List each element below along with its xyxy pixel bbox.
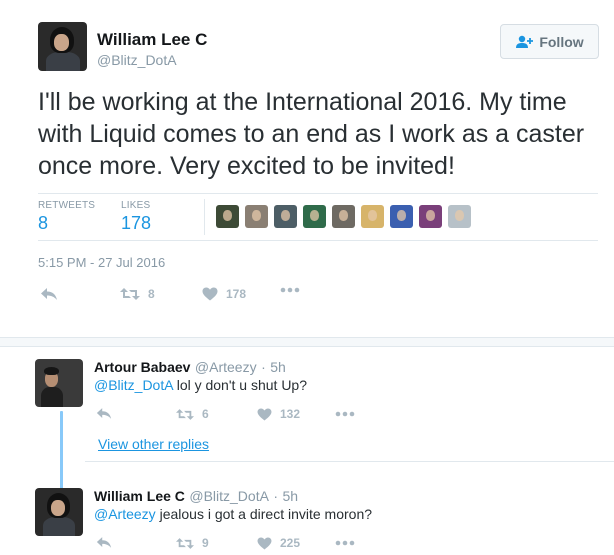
- section-divider: [0, 337, 614, 347]
- reply-author-name[interactable]: William Lee C: [94, 488, 185, 504]
- view-other-replies-link[interactable]: View other replies: [98, 436, 209, 452]
- liker-avatar[interactable]: [303, 205, 326, 228]
- follow-button[interactable]: Follow: [500, 24, 599, 59]
- more-action[interactable]: [280, 287, 300, 293]
- more-icon: [280, 287, 300, 293]
- reply-avatar[interactable]: [35, 359, 83, 407]
- likes-label[interactable]: LIKES: [121, 200, 150, 211]
- retweet-count: 8: [148, 287, 155, 301]
- reply-icon: [96, 537, 112, 548]
- reply-header: William Lee C @Blitz_DotA · 5h: [94, 488, 298, 506]
- stats-vertical-divider: [204, 199, 205, 235]
- author-avatar[interactable]: [38, 22, 87, 71]
- liker-avatar[interactable]: [390, 205, 413, 228]
- add-user-icon: [516, 35, 534, 48]
- reply-action[interactable]: [96, 536, 112, 549]
- heart-icon: [202, 287, 218, 301]
- tweet-timestamp[interactable]: 5:15 PM - 27 Jul 2016: [38, 255, 165, 270]
- reply-text: @Blitz_DotA lol y don't u shut Up?: [94, 377, 307, 393]
- retweet-icon: [120, 288, 140, 300]
- liker-avatar[interactable]: [419, 205, 442, 228]
- reply-mention[interactable]: @Blitz_DotA: [94, 377, 173, 393]
- retweet-icon: [176, 537, 194, 549]
- reply-action[interactable]: [96, 407, 112, 420]
- reply-separator: ·: [261, 359, 266, 375]
- reply-author-handle[interactable]: @Blitz_DotA: [189, 488, 269, 504]
- like-action[interactable]: 178: [202, 287, 246, 301]
- heart-icon: [257, 407, 272, 421]
- heart-icon: [257, 536, 272, 550]
- more-icon: [335, 411, 355, 417]
- like-count: 225: [280, 536, 301, 550]
- follow-label: Follow: [539, 33, 584, 50]
- main-tweet: William Lee C @Blitz_DotA Follow I'll be…: [0, 0, 614, 337]
- reply-icon: [41, 288, 57, 300]
- reply-icon: [96, 408, 112, 419]
- more-icon: [335, 540, 355, 546]
- author-handle[interactable]: @Blitz_DotA: [97, 52, 177, 68]
- stats-top-divider: [38, 193, 598, 194]
- retweet-count: 9: [202, 536, 209, 550]
- reply-mention[interactable]: @Arteezy: [94, 506, 156, 522]
- retweets-count[interactable]: 8: [38, 213, 48, 234]
- reply-text: @Arteezy jealous i got a direct invite m…: [94, 506, 372, 522]
- like-count: 132: [280, 407, 301, 421]
- reply-body: jealous i got a direct invite moron?: [155, 506, 373, 522]
- like-action[interactable]: 132: [257, 407, 300, 421]
- liker-avatar[interactable]: [274, 205, 297, 228]
- reply-action[interactable]: [40, 287, 58, 301]
- liker-avatar[interactable]: [332, 205, 355, 228]
- retweets-label[interactable]: RETWEETS: [38, 200, 95, 211]
- reply-separator: ·: [273, 488, 279, 504]
- reply-avatar[interactable]: [35, 488, 83, 536]
- liker-avatar[interactable]: [448, 205, 471, 228]
- author-name[interactable]: William Lee C: [97, 30, 207, 50]
- reply-divider: [85, 461, 614, 462]
- liker-avatar[interactable]: [361, 205, 384, 228]
- like-count: 178: [226, 287, 247, 301]
- tweet-text: I'll be working at the International 201…: [38, 88, 585, 180]
- reply-time[interactable]: 5h: [270, 359, 286, 375]
- liker-avatar[interactable]: [245, 205, 268, 228]
- like-action[interactable]: 225: [257, 536, 300, 550]
- reply-body: lol y don't u shut Up?: [172, 377, 308, 393]
- thread-line: [60, 411, 63, 491]
- reply-author-name[interactable]: Artour Babaev: [94, 359, 190, 375]
- stats-bottom-divider: [38, 240, 598, 241]
- retweet-count: 6: [202, 407, 209, 421]
- retweet-action[interactable]: 9: [176, 536, 209, 550]
- more-action[interactable]: [335, 540, 355, 546]
- liker-avatar[interactable]: [216, 205, 239, 228]
- retweet-action[interactable]: 6: [176, 407, 209, 421]
- retweet-icon: [176, 408, 194, 420]
- reply-time[interactable]: 5h: [283, 488, 299, 504]
- reply-header: Artour Babaev @Arteezy · 5h: [94, 359, 286, 377]
- likes-count[interactable]: 178: [121, 213, 151, 234]
- retweet-action[interactable]: 8: [120, 287, 155, 301]
- reply-author-handle[interactable]: @Arteezy: [195, 359, 257, 375]
- more-action[interactable]: [335, 411, 355, 417]
